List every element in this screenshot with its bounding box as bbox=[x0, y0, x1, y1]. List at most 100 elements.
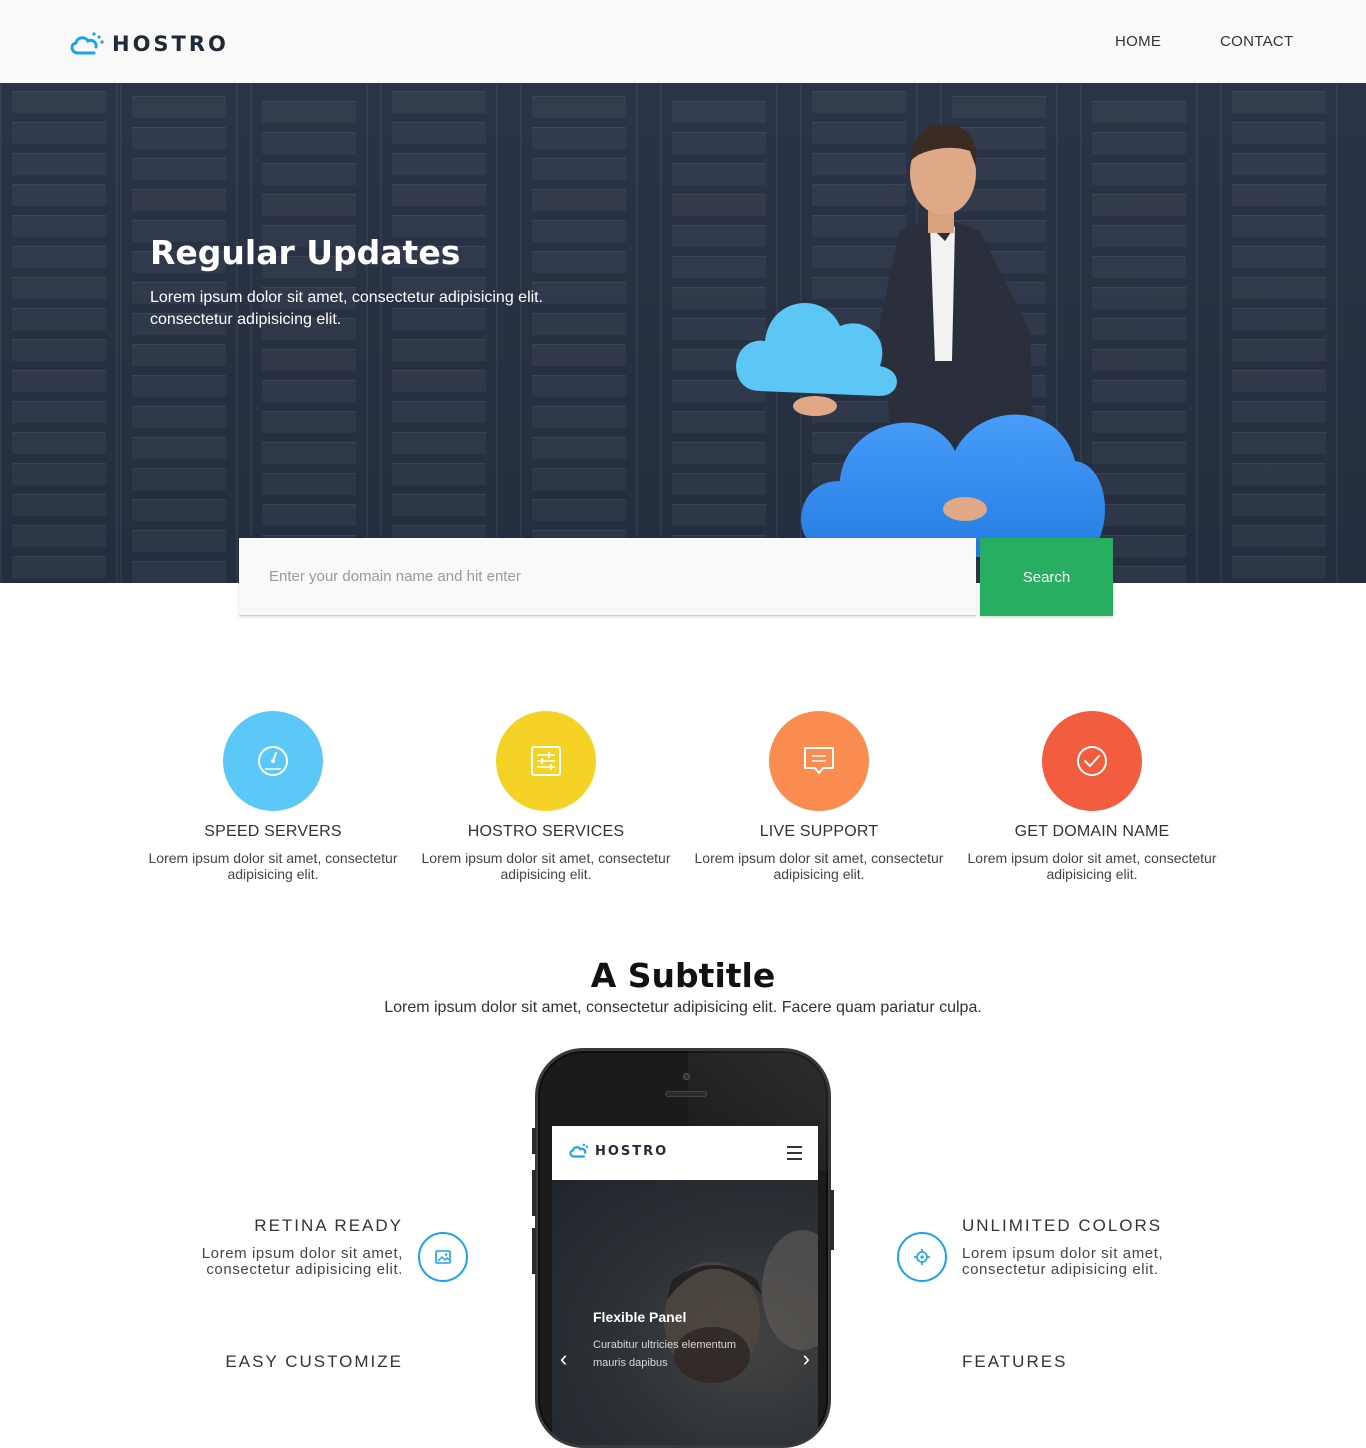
unlimited-colors-icon-circle bbox=[897, 1232, 947, 1282]
rack-shelf bbox=[1232, 308, 1326, 330]
sliders-icon bbox=[531, 746, 561, 776]
rack-shelf bbox=[132, 127, 226, 149]
cloud-logo-icon bbox=[569, 1143, 589, 1158]
rack-shelf bbox=[132, 189, 226, 211]
rack-shelf bbox=[12, 432, 106, 454]
rack-shelf bbox=[12, 122, 106, 144]
phone-navbar: HOSTRO bbox=[552, 1126, 818, 1180]
phone-side-button bbox=[532, 1128, 536, 1154]
rack-shelf bbox=[262, 194, 356, 216]
phone-logo[interactable]: HOSTRO bbox=[568, 1143, 668, 1159]
server-rack bbox=[520, 83, 638, 583]
rack-shelf bbox=[392, 432, 486, 454]
rack-shelf bbox=[12, 246, 106, 268]
rack-shelf bbox=[1232, 277, 1326, 299]
side-feature-features: FEATURES bbox=[962, 1352, 1242, 1372]
rack-shelf bbox=[532, 499, 626, 521]
rack-shelf bbox=[392, 153, 486, 175]
slide-prev-arrow-icon[interactable]: ‹ bbox=[560, 1346, 567, 1372]
feature-description: Lorem ipsum dolor sit amet, consectetur … bbox=[967, 850, 1217, 882]
rack-shelf bbox=[132, 468, 226, 490]
rack-shelf bbox=[1232, 525, 1326, 547]
speedometer-icon bbox=[258, 746, 288, 776]
rack-shelf bbox=[12, 277, 106, 299]
rack-shelf bbox=[132, 530, 226, 552]
nav-home-link[interactable]: HOME bbox=[1115, 33, 1161, 50]
side-feature-description: Lorem ipsum dolor sit amet, consectetur … bbox=[201, 1245, 403, 1278]
rack-shelf bbox=[1232, 494, 1326, 516]
rack-shelf bbox=[532, 189, 626, 211]
phone-mockup: HOSTRO Flexible Panel Curabitur ultricie… bbox=[535, 1048, 831, 1448]
top-navbar: HOSTRO HOME CONTACT bbox=[0, 0, 1366, 83]
rack-shelf bbox=[12, 153, 106, 175]
rack-shelf bbox=[392, 339, 486, 361]
server-rack bbox=[120, 83, 238, 583]
phone-screen: HOSTRO Flexible Panel Curabitur ultricie… bbox=[552, 1126, 818, 1445]
rack-shelf bbox=[1232, 91, 1326, 113]
rack-shelf bbox=[262, 442, 356, 464]
rack-shelf bbox=[12, 91, 106, 113]
nav-contact-link[interactable]: CONTACT bbox=[1220, 33, 1293, 50]
side-feature-description: Lorem ipsum dolor sit amet, consectetur … bbox=[962, 1245, 1164, 1278]
rack-shelf bbox=[1232, 556, 1326, 578]
domain-search-input[interactable] bbox=[239, 538, 976, 616]
feature-title: SPEED SERVERS bbox=[204, 823, 342, 840]
rack-shelf bbox=[132, 499, 226, 521]
feature-title: HOSTRO SERVICES bbox=[467, 823, 625, 840]
rack-shelf bbox=[532, 344, 626, 366]
section-title: A Subtitle bbox=[590, 956, 776, 995]
feature-description: Lorem ipsum dolor sit amet, consectetur … bbox=[421, 850, 671, 882]
server-rack bbox=[380, 83, 498, 583]
rack-shelf bbox=[262, 380, 356, 402]
server-rack bbox=[250, 83, 368, 583]
rack-shelf bbox=[262, 163, 356, 185]
rack-shelf bbox=[532, 406, 626, 428]
feature-icon-circle bbox=[223, 711, 323, 811]
rack-shelf bbox=[532, 127, 626, 149]
server-rack bbox=[0, 83, 118, 583]
businessman-with-clouds-image bbox=[736, 124, 1105, 581]
side-feature-retina-ready: RETINA READY Lorem ipsum dolor sit amet,… bbox=[123, 1216, 403, 1278]
logo[interactable]: HOSTRO bbox=[68, 28, 229, 60]
rack-shelf bbox=[12, 401, 106, 423]
feature-title: GET DOMAIN NAME bbox=[1014, 823, 1170, 840]
rack-shelf bbox=[262, 132, 356, 154]
feature-hostro-services: HOSTRO SERVICES Lorem ipsum dolor sit am… bbox=[411, 711, 681, 882]
feature-get-domain-name: GET DOMAIN NAME Lorem ipsum dolor sit am… bbox=[957, 711, 1227, 882]
rack-shelf bbox=[132, 344, 226, 366]
section-description: Lorem ipsum dolor sit amet, consectetur … bbox=[384, 999, 982, 1016]
rack-shelf bbox=[1232, 401, 1326, 423]
feature-description: Lorem ipsum dolor sit amet, consectetur … bbox=[148, 850, 398, 882]
side-feature-title: UNLIMITED COLORS bbox=[962, 1216, 1163, 1235]
feature-icon-circle bbox=[769, 711, 869, 811]
feature-speed-servers: SPEED SERVERS Lorem ipsum dolor sit amet… bbox=[138, 711, 408, 882]
retina-ready-icon-circle bbox=[418, 1232, 468, 1282]
hero-title: Regular Updates bbox=[150, 233, 461, 272]
side-feature-unlimited-colors: UNLIMITED COLORS Lorem ipsum dolor sit a… bbox=[962, 1216, 1242, 1278]
rack-shelf bbox=[532, 96, 626, 118]
server-rack bbox=[1220, 83, 1338, 583]
rack-shelf bbox=[532, 220, 626, 242]
rack-shelf bbox=[132, 375, 226, 397]
phone-camera bbox=[683, 1073, 690, 1080]
rack-shelf bbox=[1232, 370, 1326, 392]
rack-shelf bbox=[1232, 153, 1326, 175]
rack-shelf bbox=[262, 504, 356, 526]
rack-shelf bbox=[12, 525, 106, 547]
crosshair-icon bbox=[914, 1249, 930, 1265]
rack-shelf bbox=[12, 556, 106, 578]
search-button[interactable]: Search bbox=[980, 538, 1113, 616]
feature-icon-circle bbox=[496, 711, 596, 811]
rack-shelf bbox=[132, 406, 226, 428]
feature-title: LIVE SUPPORT bbox=[759, 823, 879, 840]
rack-shelf bbox=[392, 91, 486, 113]
hero-banner: Regular Updates Lorem ipsum dolor sit am… bbox=[0, 83, 1366, 583]
hamburger-menu-icon[interactable] bbox=[787, 1146, 802, 1164]
rack-shelf bbox=[262, 411, 356, 433]
rack-shelf bbox=[12, 494, 106, 516]
rack-shelf bbox=[132, 437, 226, 459]
slide-next-arrow-icon[interactable]: › bbox=[803, 1346, 810, 1372]
image-icon bbox=[435, 1250, 451, 1264]
slide-title: Flexible Panel bbox=[593, 1309, 687, 1325]
rack-shelf bbox=[1232, 122, 1326, 144]
